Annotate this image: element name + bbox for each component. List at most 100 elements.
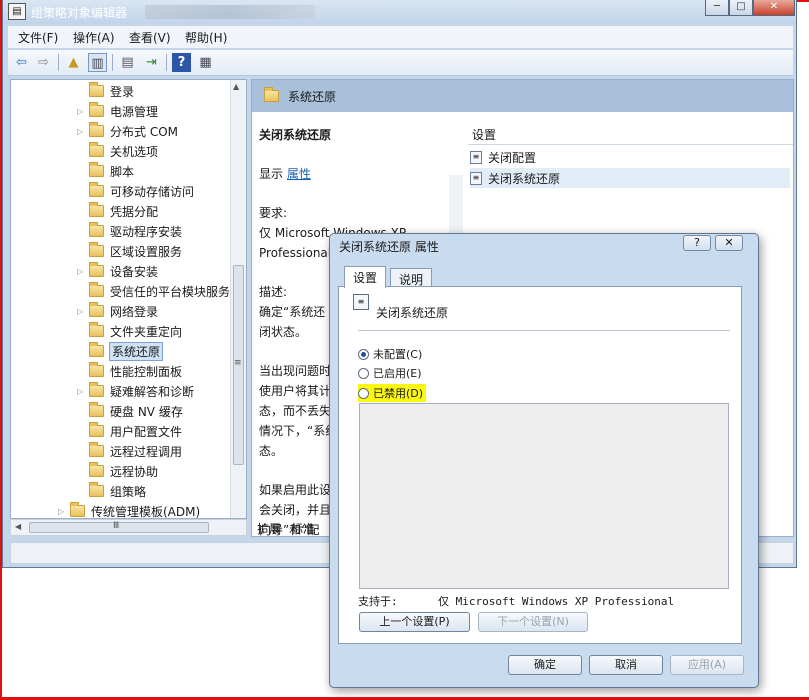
previous-setting-button[interactable]: 上一个设置(P) [359,612,470,632]
radio-button[interactable] [358,367,369,379]
blurred-taskbar-text [145,5,315,19]
tree-horizontal-scrollbar[interactable]: ◀ Ⅲ [10,519,247,536]
tree-item[interactable]: 组策略 [77,481,146,501]
ok-button[interactable]: 确定 [508,655,582,675]
expand-arrow-icon[interactable]: ▷ [77,127,89,136]
folder-icon [89,142,104,157]
properties-icon[interactable]: ▤ [118,53,137,72]
folder-icon [89,422,104,437]
tab-settings[interactable]: 设置 [344,266,387,288]
tree-item[interactable]: 可移动存储访问 [77,181,194,201]
tree-item[interactable]: 远程协助 [77,461,158,481]
dialog-policy-name: 关闭系统还原 [376,306,449,320]
tree-item[interactable]: 文件夹重定向 [77,321,182,341]
expand-arrow-icon[interactable]: ▷ [77,387,89,396]
radio-button-checked[interactable] [358,348,369,360]
tree-item[interactable]: 脚本 [77,161,134,181]
toolbar: ⇦ ⇨ ▲ ▥ ▤ ⇥ ? ▦ [8,50,793,76]
scroll-left-arrow-icon[interactable]: ◀ [15,522,21,531]
tree-item[interactable]: 硬盘 NV 缓存 [77,401,183,421]
tree-item[interactable]: ▷ 设备安装 [77,261,158,281]
supported-on-value: 仅 Microsoft Windows XP Professional [438,595,675,608]
window-title: 组策略对象编辑器 [31,6,128,20]
scroll-grip: Ⅲ [113,521,120,531]
folder-icon [89,322,104,337]
cancel-button[interactable]: 取消 [589,655,663,675]
menu-file[interactable]: 文件(F) [18,29,58,46]
tree-item[interactable]: ▷ 网络登录 [77,301,158,321]
folder-icon [89,362,104,377]
folder-icon [89,342,104,357]
tab-standard[interactable]: 标准 [291,520,315,537]
toolbar-separator [166,54,167,71]
back-arrow-icon[interactable]: ⇦ [12,53,31,72]
expand-arrow-icon[interactable]: ▷ [77,267,89,276]
folder-icon [89,102,104,117]
tree-item[interactable]: 远程过程调用 [77,441,182,461]
setting-row-selected[interactable]: ≡ 关闭系统还原 [470,168,790,188]
dialog-help-button[interactable]: ? [683,235,711,251]
folder-icon [89,222,104,237]
tree-item[interactable]: 用户配置文件 [77,421,182,441]
export-list-icon[interactable]: ⇥ [142,53,161,72]
tree-item[interactable]: ▷ 电源管理 [77,101,158,121]
policy-setting-icon: ≡ [470,150,482,164]
radio-disabled[interactable]: 已禁用(D) [358,384,427,402]
close-button[interactable]: ✕ [753,0,795,16]
tree-item-system-restore[interactable]: 系统还原 [77,341,164,361]
radio-enabled[interactable]: 已启用(E) [358,365,422,381]
tree-vertical-scrollbar[interactable]: ▲ ≡ [230,80,246,518]
dialog-title: 关闭系统还原 属性 [339,240,439,254]
minimize-button[interactable]: ─ [705,0,729,16]
menu-help[interactable]: 帮助(H) [185,29,227,46]
properties-link[interactable]: 属性 [287,167,311,181]
dialog-close-button[interactable]: ✕ [715,235,743,251]
policy-setting-icon: ≡ [353,294,369,310]
folder-icon [89,302,104,317]
tree-item[interactable]: ▷ 传统管理模板(ADM) [58,501,200,518]
forward-arrow-icon[interactable]: ⇨ [34,53,53,72]
tree-item[interactable]: ▷ 疑难解答和诊断 [77,381,194,401]
details-header-title: 系统还原 [288,90,337,104]
tree-item[interactable]: 区域设置服务 [77,241,182,261]
tree-item[interactable]: 受信任的平台模块服务 [77,281,230,301]
tree-item[interactable]: 关机选项 [77,141,158,161]
menu-view[interactable]: 查看(V) [129,29,171,46]
folder-icon [89,482,104,497]
expand-arrow-icon[interactable]: ▷ [77,107,89,116]
tree-item[interactable]: 登录 [77,81,134,101]
policy-title: 关闭系统还原 [259,128,332,142]
tab-extended[interactable]: 扩展 [257,520,281,537]
folder-icon [89,202,104,217]
maximize-button[interactable]: □ [729,0,753,16]
show-hide-tree-icon[interactable]: ▥ [88,53,107,72]
expand-arrow-icon[interactable]: ▷ [58,507,70,516]
tree-item[interactable]: ▷ 分布式 COM [77,121,178,141]
radio-not-configured[interactable]: 未配置(C) [358,346,422,362]
divider [358,330,730,331]
up-folder-icon[interactable]: ▲ [64,53,83,72]
folder-icon [89,242,104,257]
tree-item[interactable]: 凭据分配 [77,201,158,221]
apply-button[interactable]: 应用(A) [670,655,744,675]
expand-arrow-icon[interactable]: ▷ [77,307,89,316]
setting-row[interactable]: ≡ 关闭配置 [470,147,536,167]
policy-setting-icon: ≡ [470,171,482,185]
menu-action[interactable]: 操作(A) [73,29,115,46]
extended-view-icon[interactable]: ▦ [196,53,215,72]
help-icon[interactable]: ? [172,53,191,72]
tree-item[interactable]: 驱动程序安装 [77,221,182,241]
next-setting-button[interactable]: 下一个设置(N) [478,612,588,632]
folder-icon [70,502,85,517]
folder-icon [89,382,104,397]
folder-icon [89,282,104,297]
folder-icon [89,182,104,197]
scroll-up-arrow-icon[interactable]: ▲ [233,82,239,91]
title-bar[interactable]: ▤ 组策略对象编辑器 ─ □ ✕ [3,0,796,24]
folder-icon [264,87,279,102]
toolbar-separator [112,54,113,71]
settings-column-header[interactable]: 设置 [468,123,793,145]
radio-button[interactable] [358,387,369,399]
tree-item[interactable]: 性能控制面板 [77,361,182,381]
show-label: 显示 [259,167,284,181]
